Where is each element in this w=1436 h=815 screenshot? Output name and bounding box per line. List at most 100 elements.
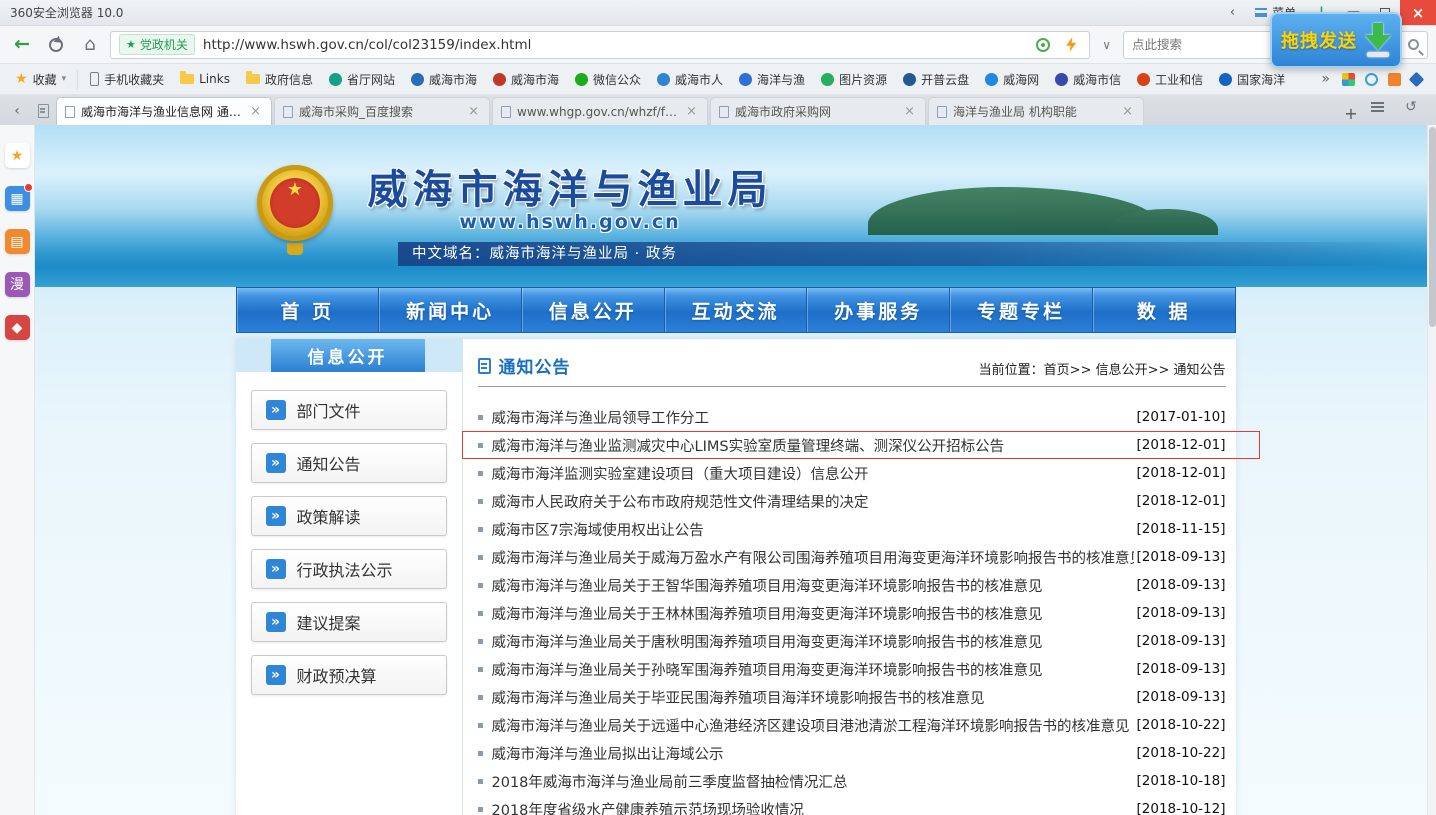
browser-tab[interactable]: 威海市海洋与渔业信息网 通知公 × (56, 97, 272, 125)
announcement-link[interactable]: 2018年威海市海洋与渔业局前三季度监督抽检情况汇总 (492, 771, 1134, 792)
page-scrollbar[interactable] (1427, 125, 1436, 815)
search-icon[interactable] (1408, 39, 1419, 50)
sidebar-menu-item[interactable]: » 部门文件 (251, 390, 447, 430)
reload-button[interactable] (42, 31, 70, 59)
announcement-row[interactable]: 威海市海洋与渔业局关于孙晓军围海养殖项目用海变更海洋环境影响报告书的核准意见 [… (478, 655, 1226, 683)
bookmark-item[interactable]: 威海市人 ▾ (650, 69, 730, 90)
main-nav-item[interactable]: 专题专栏 (950, 288, 1093, 332)
news-feed-icon[interactable]: ▦ (5, 186, 30, 211)
bookmark-item[interactable]: 威海市海 ▾ (486, 69, 566, 90)
announcement-link[interactable]: 威海市海洋与渔业局领导工作分工 (492, 407, 1134, 428)
bookmarks-overflow-icon[interactable]: » (1315, 71, 1336, 87)
announcement-link[interactable]: 威海市海洋与渔业监测减灾中心LIMS实验室质量管理终端、测深仪公开招标公告 (492, 435, 1134, 456)
tab-close-icon[interactable]: × (684, 104, 699, 119)
sidebar-menu-item[interactable]: » 政策解读 (251, 496, 447, 536)
back-button[interactable]: ← (8, 31, 36, 59)
novels-icon[interactable]: ◆ (5, 315, 30, 340)
url-input[interactable] (203, 37, 1025, 53)
bookmark-item[interactable]: Links ▾ (173, 70, 237, 88)
announcement-link[interactable]: 威海市区7宗海域使用权出让公告 (492, 519, 1134, 540)
bookmark-item[interactable]: 手机收藏夹 ▾ (83, 69, 171, 90)
announcement-row[interactable]: 威海市海洋与渔业局关于远遥中心渔港经济区建设项目港池清淤工程海洋环境影响报告书的… (478, 711, 1226, 739)
announcement-link[interactable]: 威海市海洋与渔业局关于远遥中心渔港经济区建设项目港池清淤工程海洋环境影响报告书的… (492, 715, 1134, 736)
announcement-link[interactable]: 威海市海洋与渔业局关于王智华围海养殖项目用海变更海洋环境影响报告书的核准意见 (492, 575, 1134, 596)
lightning-mode-icon[interactable] (1061, 37, 1081, 52)
announcement-row[interactable]: 威海市海洋与渔业局关于毕亚民围海养殖项目海洋环境影响报告书的核准意见 [2018… (478, 683, 1226, 711)
bookmark-item[interactable]: 威海网 ▾ (978, 69, 1046, 90)
bookmark-item[interactable]: 国家海洋 ▾ (1212, 69, 1292, 90)
tab-close-icon[interactable]: × (1120, 104, 1135, 119)
bookmark-item[interactable]: 威海市信 ▾ (1048, 69, 1128, 90)
menu-header[interactable]: 信息公开 (271, 339, 425, 372)
announcement-row[interactable]: 威海市海洋与渔业局关于威海万盈水产有限公司围海养殖项目用海变更海洋环境影响报告书… (478, 543, 1226, 571)
tab-scroll-left-icon[interactable]: ‹ (4, 97, 30, 125)
announcement-row[interactable]: 2018年度省级水产健康养殖示范场现场验收情况 [2018-10-12] (478, 795, 1226, 815)
restore-tab-icon[interactable]: ↺ (1398, 93, 1424, 121)
bookmark-item[interactable]: 海洋与渔 ▾ (732, 69, 812, 90)
main-nav-item[interactable]: 新闻中心 (379, 288, 522, 332)
diamond-extension-icon[interactable] (1409, 71, 1425, 87)
sidebar-menu-item[interactable]: » 财政预决算 (251, 655, 447, 695)
announcement-row[interactable]: 威海市海洋与渔业局关于王林林围海养殖项目用海变更海洋环境影响报告书的核准意见 [… (478, 599, 1226, 627)
close-button[interactable]: × (1400, 0, 1436, 25)
main-nav-item[interactable]: 信息公开 (522, 288, 665, 332)
favorites-icon[interactable]: ★ (5, 143, 30, 168)
bookmark-item[interactable]: ★ 收藏 ▾ (8, 69, 78, 90)
bookmark-item[interactable]: 微信公众 ▾ (568, 69, 648, 90)
main-nav-item[interactable]: 数 据 (1093, 288, 1235, 332)
announcement-link[interactable]: 威海市海洋与渔业局关于唐秋明围海养殖项目用海变更海洋环境影响报告书的核准意见 (492, 631, 1134, 652)
scrollbar-thumb[interactable] (1429, 127, 1436, 327)
reading-list-icon[interactable] (30, 97, 56, 125)
announcement-row[interactable]: 威海市海洋与渔业局关于唐秋明围海养殖项目用海变更海洋环境影响报告书的核准意见 [… (478, 627, 1226, 655)
bookmark-item[interactable]: 省厅网站 ▾ (322, 69, 402, 90)
announcement-row[interactable]: 威海市区7宗海域使用权出让公告 [2018-11-15] (478, 515, 1226, 543)
announcement-link[interactable]: 2018年度省级水产健康养殖示范场现场验收情况 (492, 799, 1134, 815)
announcement-row[interactable]: 威海市海洋与渔业局拟出让海域公示 [2018-10-22] (478, 739, 1226, 767)
announcement-link[interactable]: 威海市海洋与渔业局拟出让海域公示 (492, 743, 1134, 764)
main-nav-item[interactable]: 首 页 (237, 288, 380, 332)
bookmark-item[interactable]: 图片资源 ▾ (814, 69, 894, 90)
browser-tab[interactable]: www.whgp.gov.cn/whzf/front/ × (492, 97, 708, 125)
url-box[interactable]: ★ 党政机关 (110, 31, 1090, 59)
tab-close-icon[interactable]: × (466, 104, 481, 119)
announcement-link[interactable]: 威海市海洋与渔业局关于王林林围海养殖项目用海变更海洋环境影响报告书的核准意见 (492, 603, 1134, 624)
sidebar-menu-item[interactable]: » 行政执法公示 (251, 549, 447, 589)
announcement-row[interactable]: 威海市海洋与渔业局关于王智华围海养殖项目用海变更海洋环境影响报告书的核准意见 [… (478, 571, 1226, 599)
sidebar-menu-item[interactable]: » 建议提案 (251, 602, 447, 642)
announcement-row[interactable]: 2018年威海市海洋与渔业局前三季度监督抽检情况汇总 [2018-10-18] (478, 767, 1226, 795)
new-tab-button[interactable]: + (1338, 101, 1364, 125)
reader-icon[interactable]: ▤ (5, 229, 30, 254)
browser-tab[interactable]: 海洋与渔业局 机构职能 × (928, 97, 1144, 125)
drag-send-overlay[interactable]: 拖拽发送 (1270, 12, 1402, 68)
home-button[interactable]: ⌂ (76, 31, 104, 59)
sync-circle-icon[interactable] (1365, 73, 1378, 86)
browser-tab[interactable]: 威海市采购_百度搜索 × (274, 97, 490, 125)
comics-icon[interactable]: 漫 (5, 272, 30, 297)
apps-grid-icon[interactable] (1342, 73, 1355, 86)
url-dropdown-icon[interactable]: ∨ (1096, 38, 1117, 52)
speed-mode-icon[interactable] (1033, 38, 1053, 52)
announcement-link[interactable]: 威海市海洋监测实验室建设项目（重大项目建设）信息公开 (492, 463, 1134, 484)
tab-close-icon[interactable]: × (902, 104, 917, 119)
main-nav-item[interactable]: 办事服务 (807, 288, 950, 332)
announcement-row[interactable]: 威海市人民政府关于公布市政府规范性文件清理结果的决定 [2018-12-01] (478, 487, 1226, 515)
announcement-link[interactable]: 威海市海洋与渔业局关于孙晓军围海养殖项目用海变更海洋环境影响报告书的核准意见 (492, 659, 1134, 680)
collapse-toolbar-icon[interactable]: ‹ (1220, 0, 1245, 25)
announcement-link[interactable]: 威海市海洋与渔业局关于毕亚民围海养殖项目海洋环境影响报告书的核准意见 (492, 687, 1134, 708)
announcement-link[interactable]: 威海市人民政府关于公布市政府规范性文件清理结果的决定 (492, 491, 1134, 512)
bookmark-item[interactable]: 工业和信 ▾ (1130, 69, 1210, 90)
notes-extension-icon[interactable] (1388, 73, 1401, 86)
breadcrumb[interactable]: 当前位置：首页>> 信息公开>> 通知公告 (979, 359, 1226, 378)
bookmark-item[interactable]: 威海市海 ▾ (404, 69, 484, 90)
main-nav-item[interactable]: 互动交流 (665, 288, 808, 332)
announcement-link[interactable]: 威海市海洋与渔业局关于威海万盈水产有限公司围海养殖项目用海变更海洋环境影响报告书… (492, 547, 1134, 568)
announcement-row[interactable]: 威海市海洋与渔业监测减灾中心LIMS实验室质量管理终端、测深仪公开招标公告 [2… (478, 431, 1226, 459)
announcement-row[interactable]: 威海市海洋与渔业局领导工作分工 [2017-01-10] (478, 403, 1226, 431)
announcement-row[interactable]: 威海市海洋监测实验室建设项目（重大项目建设）信息公开 [2018-12-01] (478, 459, 1226, 487)
tab-list-icon[interactable] (1364, 93, 1390, 121)
sidebar-menu-item[interactable]: » 通知公告 (251, 443, 447, 483)
gov-site-badge[interactable]: ★ 党政机关 (119, 34, 195, 55)
browser-tab[interactable]: 威海市政府采购网 × (710, 97, 926, 125)
bookmark-item[interactable]: 政府信息 ▾ (239, 69, 320, 90)
tab-close-icon[interactable]: × (248, 104, 263, 119)
